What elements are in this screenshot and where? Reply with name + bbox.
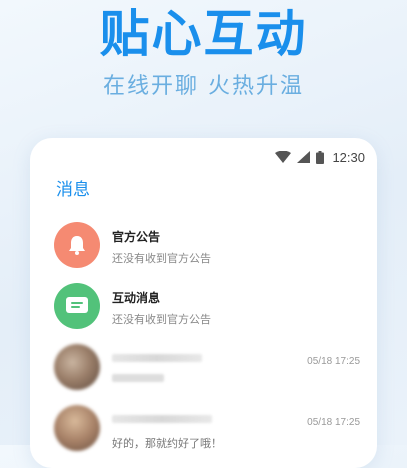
announcement-avatar <box>54 222 100 268</box>
interaction-avatar <box>54 283 100 329</box>
subline: 在线开聊 火热升温 <box>103 74 304 99</box>
message-item-interaction[interactable]: 互动消息 还没有收到官方公告 <box>54 283 360 333</box>
wifi-icon <box>275 151 292 163</box>
message-time: 05/18 17:25 <box>307 417 360 428</box>
message-title: 互动消息 <box>112 291 161 305</box>
message-item-announcement[interactable]: 官方公告 还没有收到官方公告 <box>54 222 360 272</box>
chat-item[interactable]: 好的，那就约好了哦！ 05/18 17:25 <box>54 405 360 455</box>
user-avatar <box>54 344 100 390</box>
page-title: 消息 <box>56 180 90 200</box>
status-bar: 12:30 <box>275 149 365 165</box>
user-avatar <box>54 405 100 451</box>
signal-icon <box>297 151 311 163</box>
message-subtitle: 还没有收到官方公告 <box>112 313 211 326</box>
chat-item[interactable]: 05/18 17:25 <box>54 344 360 394</box>
message-subtitle: 还没有收到官方公告 <box>112 252 211 265</box>
blurred-username <box>112 415 212 423</box>
bell-icon <box>69 236 85 255</box>
status-time: 12:30 <box>332 149 365 165</box>
message-preview: 好的，那就约好了哦！ <box>112 437 222 450</box>
message-time: 05/18 17:25 <box>307 356 360 367</box>
phone-screen: 12:30 消息 官方公告 还没有收到官方公告 互动消息 还没有收到官方公告 0… <box>30 138 377 468</box>
message-title: 官方公告 <box>112 230 161 244</box>
battery-icon <box>316 150 325 164</box>
headline: 贴心互动 <box>99 5 308 63</box>
blurred-message-preview <box>112 374 164 382</box>
chat-bubble-icon <box>66 297 88 313</box>
blurred-username <box>112 354 202 362</box>
